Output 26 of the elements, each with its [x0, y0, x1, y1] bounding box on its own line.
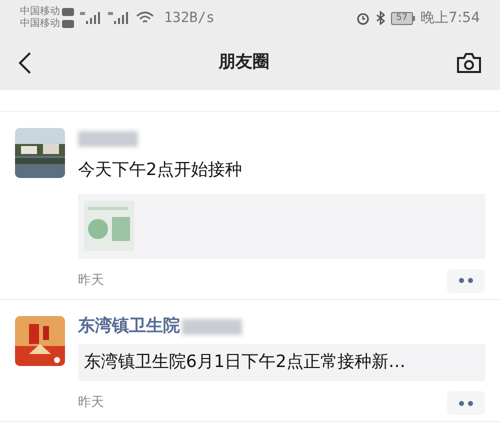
clock-time: 晚上7:54 — [420, 8, 480, 28]
bluetooth-icon — [376, 11, 386, 25]
avatar[interactable] — [15, 128, 65, 178]
hd-badge-icon — [62, 8, 74, 16]
author-name[interactable]: 东湾镇卫生院 — [78, 314, 180, 340]
avatar[interactable] — [15, 316, 65, 366]
page-title: 朋友圈 — [218, 51, 270, 74]
link-card[interactable]: 东湾镇卫生院6月1日下午2点正常接种新… — [78, 344, 485, 381]
blurred-name — [78, 131, 138, 147]
carrier-label: 中国移动 — [20, 6, 60, 18]
blurred-name — [182, 318, 242, 334]
hd-badge-icon — [62, 20, 74, 28]
alarm-icon — [356, 11, 370, 25]
more-button[interactable] — [447, 268, 485, 292]
back-icon[interactable] — [18, 51, 32, 75]
wifi-icon — [136, 11, 154, 25]
post-time: 昨天 — [78, 272, 104, 290]
battery-icon: 57 — [391, 12, 415, 24]
signal-icon — [80, 11, 102, 25]
camera-icon[interactable] — [456, 52, 482, 74]
more-button[interactable] — [447, 391, 485, 415]
signal-icon — [108, 11, 130, 25]
post-time: 昨天 — [78, 394, 104, 412]
post-text: 今天下午2点开始接种 — [78, 159, 243, 182]
carrier-label: 中国移动 — [20, 18, 60, 30]
network-speed: 132B/s — [164, 8, 215, 28]
